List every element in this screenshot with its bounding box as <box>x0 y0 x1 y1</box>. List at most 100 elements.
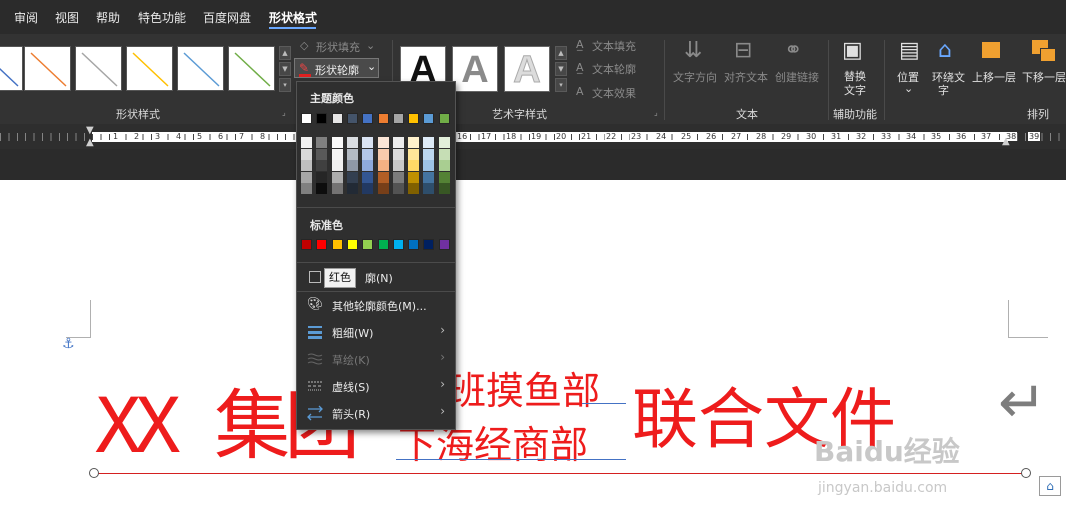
standard-color-swatch[interactable] <box>301 239 312 250</box>
theme-shade-swatch[interactable] <box>316 160 328 171</box>
theme-shade-swatch[interactable] <box>346 171 358 183</box>
theme-shade-swatch[interactable] <box>377 148 389 160</box>
standard-color-swatch[interactable] <box>346 239 358 250</box>
standard-color-swatch[interactable] <box>316 239 328 250</box>
wordart-style-2[interactable]: A <box>452 46 498 92</box>
horizontal-ruler[interactable]: 1 2 3 4 5 6 7 8 16 17 18 19 20 21 22 23 … <box>0 124 1066 149</box>
dashes-item[interactable]: 虚线(S) › <box>297 373 455 399</box>
theme-shade-swatch[interactable] <box>423 148 435 160</box>
text-effect-button[interactable]: 文本效果 <box>592 85 636 101</box>
theme-shade-swatch[interactable] <box>423 183 435 194</box>
alt-text-button-line2[interactable]: 文字 <box>844 82 866 98</box>
theme-shade-swatch[interactable] <box>362 160 374 171</box>
dialog-launcher-icon[interactable]: ⌟ <box>282 108 286 117</box>
theme-shade-swatch[interactable] <box>438 160 450 171</box>
theme-shade-swatch[interactable] <box>301 148 312 160</box>
wordart-style-3[interactable]: A <box>504 46 550 92</box>
theme-shade-swatch[interactable] <box>438 137 450 148</box>
theme-color-swatch[interactable] <box>316 113 328 124</box>
theme-color-swatch[interactable] <box>346 113 358 124</box>
theme-shade-swatch[interactable] <box>377 171 389 183</box>
theme-shade-swatch[interactable] <box>362 183 374 194</box>
gallery-down-icon[interactable]: ▼ <box>279 62 291 76</box>
gallery-more-icon[interactable]: ▾ <box>555 78 567 92</box>
hanging-indent-marker-icon[interactable]: ▲ <box>86 137 94 148</box>
theme-color-swatch[interactable] <box>362 113 374 124</box>
theme-shade-swatch[interactable] <box>377 137 389 148</box>
tab-features[interactable]: 特色功能 <box>138 9 186 26</box>
selected-red-line[interactable] <box>95 473 1027 474</box>
theme-color-swatch[interactable] <box>438 113 450 124</box>
text-fill-button[interactable]: 文本填充 <box>592 38 636 54</box>
theme-shade-swatch[interactable] <box>316 171 328 183</box>
gallery-down-icon[interactable]: ▼ <box>555 62 567 76</box>
tab-view[interactable]: 视图 <box>55 9 79 26</box>
theme-shade-swatch[interactable] <box>346 183 358 194</box>
standard-color-swatch[interactable] <box>331 239 343 250</box>
create-link-button[interactable]: 创建链接 <box>775 69 819 85</box>
wrap-text-button-line2[interactable]: 字 <box>938 82 949 98</box>
send-backward-button[interactable]: 下移一层 <box>1022 69 1066 85</box>
theme-shade-swatch[interactable] <box>331 148 343 160</box>
theme-shade-swatch[interactable] <box>316 148 328 160</box>
theme-shade-swatch[interactable] <box>392 160 404 171</box>
theme-shade-swatch[interactable] <box>377 160 389 171</box>
theme-shade-swatch[interactable] <box>301 183 312 194</box>
text-outline-button[interactable]: 文本轮廓 <box>592 61 636 77</box>
theme-color-swatch[interactable] <box>377 113 389 124</box>
gallery-more-icon[interactable]: ▾ <box>279 78 291 92</box>
tab-shape-format[interactable]: 形状格式 <box>269 9 317 26</box>
theme-shade-swatch[interactable] <box>408 183 420 194</box>
theme-shade-swatch[interactable] <box>301 171 312 183</box>
tab-baidu-drive[interactable]: 百度网盘 <box>203 9 251 26</box>
gallery-up-icon[interactable]: ▲ <box>555 46 567 60</box>
bring-forward-button[interactable]: 上移一层 <box>972 69 1016 85</box>
shape-fill-button[interactable]: 形状填充 <box>316 39 360 55</box>
tab-review[interactable]: 审阅 <box>14 9 38 26</box>
arrows-item[interactable]: 箭头(R) › <box>297 400 455 426</box>
theme-shade-swatch[interactable] <box>408 148 420 160</box>
theme-color-swatch[interactable] <box>301 113 312 124</box>
theme-shade-swatch[interactable] <box>362 148 374 160</box>
theme-shade-swatch[interactable] <box>438 183 450 194</box>
theme-shade-swatch[interactable] <box>423 171 435 183</box>
theme-shade-swatch[interactable] <box>392 183 404 194</box>
theme-shade-swatch[interactable] <box>316 137 328 148</box>
standard-color-swatch[interactable] <box>408 239 420 250</box>
theme-shade-swatch[interactable] <box>438 148 450 160</box>
theme-color-swatch[interactable] <box>331 113 343 124</box>
theme-shade-swatch[interactable] <box>392 171 404 183</box>
theme-shade-swatch[interactable] <box>331 160 343 171</box>
shape-style-thumb[interactable] <box>24 46 71 91</box>
theme-shade-swatch[interactable] <box>408 171 420 183</box>
theme-shade-swatch[interactable] <box>377 183 389 194</box>
theme-shade-swatch[interactable] <box>316 183 328 194</box>
layout-options-icon[interactable]: ⌂ <box>1039 476 1061 496</box>
standard-color-swatch[interactable] <box>438 239 450 250</box>
right-indent-marker-icon[interactable]: ▲ <box>1002 136 1010 147</box>
theme-shade-swatch[interactable] <box>331 137 343 148</box>
document-page[interactable]: ⚓ XX 集团 班摸鱼部 下海经商部 联合文件 ↵ ⌂ Baidu经验 jing… <box>0 180 1066 522</box>
theme-shade-swatch[interactable] <box>301 137 312 148</box>
text-direction-button[interactable]: 文字方向 <box>673 69 717 85</box>
no-outline-item[interactable]: 廓(N) <box>297 264 455 290</box>
theme-shade-swatch[interactable] <box>346 148 358 160</box>
dialog-launcher-icon[interactable]: ⌟ <box>654 108 658 117</box>
theme-shade-swatch[interactable] <box>423 160 435 171</box>
theme-shade-swatch[interactable] <box>331 171 343 183</box>
line-start-handle[interactable] <box>89 468 99 478</box>
shape-fill-icon[interactable]: ◇ <box>300 39 308 52</box>
theme-shade-swatch[interactable] <box>408 137 420 148</box>
shape-style-thumb[interactable] <box>177 46 224 91</box>
gallery-up-icon[interactable]: ▲ <box>279 46 291 60</box>
tab-help[interactable]: 帮助 <box>96 9 120 26</box>
standard-color-swatch[interactable] <box>423 239 435 250</box>
line-end-handle[interactable] <box>1021 468 1031 478</box>
standard-color-swatch[interactable] <box>392 239 404 250</box>
align-text-button[interactable]: 对齐文本 <box>724 69 768 85</box>
theme-color-swatch[interactable] <box>392 113 404 124</box>
theme-shade-swatch[interactable] <box>392 137 404 148</box>
theme-color-swatch[interactable] <box>408 113 420 124</box>
theme-shade-swatch[interactable] <box>408 160 420 171</box>
theme-shade-swatch[interactable] <box>301 160 312 171</box>
